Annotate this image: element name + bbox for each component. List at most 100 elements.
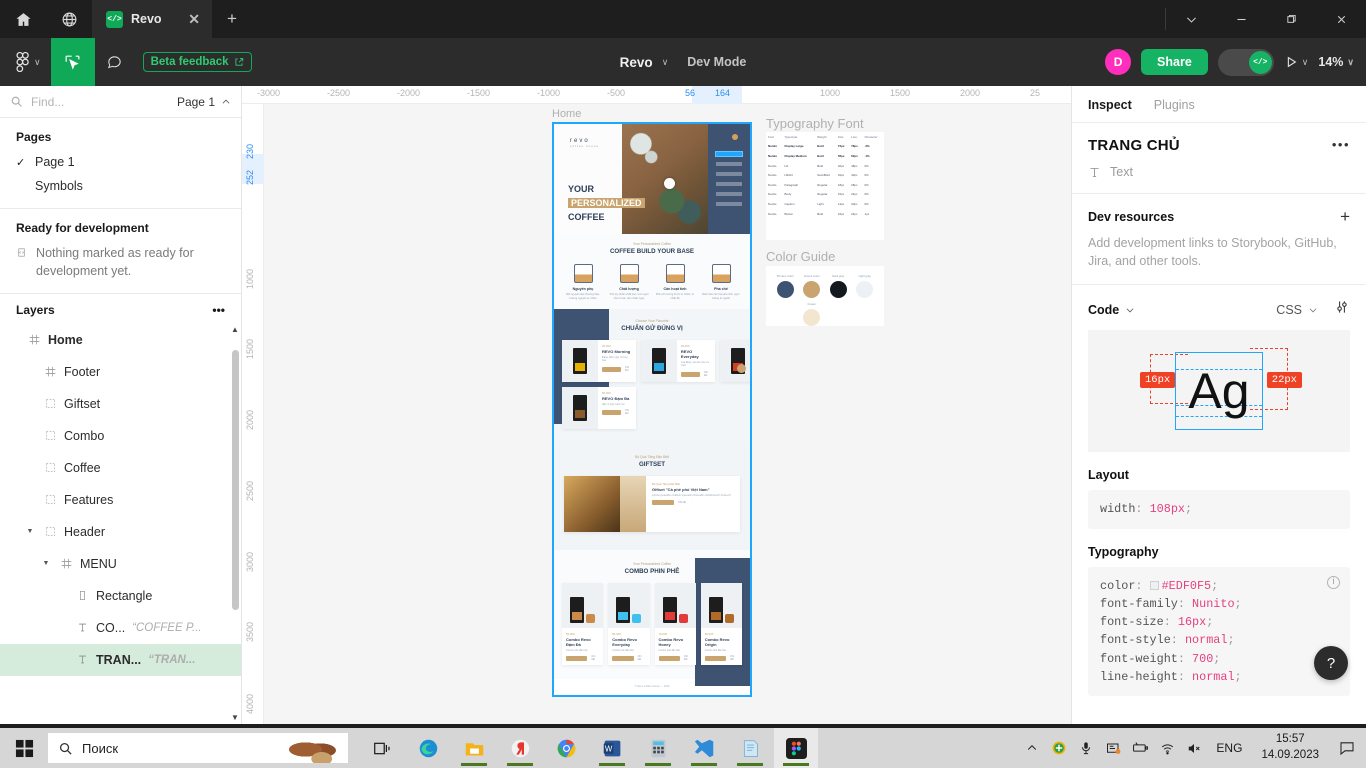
present-chevron-icon[interactable]: ∨	[1302, 57, 1309, 68]
layer-row-giftset[interactable]: Giftset	[0, 388, 241, 420]
share-button[interactable]: Share	[1141, 49, 1208, 75]
product-detail-link[interactable]: Chi tiết	[625, 366, 632, 372]
browser-tab-revo[interactable]: </> Revo ✕	[92, 0, 212, 38]
nav-item-6[interactable]	[716, 202, 742, 206]
yandex-icon[interactable]	[498, 728, 542, 768]
combo-card[interactable]: 99.000 Combo Revo Origin Combo phê đặc biệ…	[700, 582, 742, 666]
layer-row-header[interactable]: ▼ Header	[0, 516, 241, 548]
figma-icon[interactable]	[774, 728, 818, 768]
taskbar-search[interactable]: Поиск	[48, 733, 348, 763]
combo-card[interactable]: 69.000 Combo Revo Đậm Đà Combo phê đặc biệ…	[562, 582, 604, 666]
info-icon[interactable]: i	[1327, 575, 1340, 589]
giftset-buy-button[interactable]	[652, 500, 674, 506]
vertical-ruler[interactable]: 230 252 1000 1500 2000 2500 3000 3500 4000	[242, 104, 264, 724]
layer-row-co[interactable]: CO... “COFFEE P...	[0, 612, 241, 644]
combo-buy-button[interactable]	[704, 655, 727, 661]
taskbar-search-input[interactable]: Поиск	[82, 741, 118, 756]
horizontal-ruler[interactable]: -3000 -2500 -2000 -1500 -1000 -500 56 164 1000 15…	[242, 86, 1071, 104]
home-icon[interactable]	[0, 0, 46, 38]
battery-icon[interactable]	[1131, 739, 1149, 757]
new-tab-button[interactable]: +	[212, 0, 252, 38]
window-chevron-down-icon[interactable]	[1166, 0, 1216, 38]
product-card[interactable]: 45.000 REVO Everyday vừa đặng, vừa tạo nên…	[640, 339, 715, 382]
microphone-icon[interactable]	[1077, 739, 1095, 757]
dev-mode-toggle[interactable]: </>	[1217, 48, 1274, 76]
product-card[interactable]: 39.000 REVO Morning Đặng, đậm ngọt, hương …	[562, 339, 636, 382]
comment-tool-button[interactable]	[95, 38, 135, 86]
help-button[interactable]: ?	[1314, 646, 1348, 680]
tab-plugins[interactable]: Plugins	[1154, 98, 1195, 112]
canvas-area[interactable]: -3000 -2500 -2000 -1500 -1000 -500 56 164 1000 15…	[242, 86, 1071, 724]
product-buy-button[interactable]	[602, 409, 621, 415]
hero-play-button[interactable]	[664, 178, 675, 189]
combo-buy-button[interactable]	[658, 655, 680, 661]
search-input[interactable]: Find...	[31, 95, 169, 109]
chrome-icon[interactable]	[544, 728, 588, 768]
product-detail-link[interactable]: Chi tiết	[625, 409, 632, 415]
word-icon[interactable]: W	[590, 728, 634, 768]
language-indicator[interactable]: ENG	[1212, 741, 1246, 755]
clock[interactable]: 15:57 14.09.2023	[1255, 732, 1325, 763]
windows-start-icon[interactable]	[0, 739, 48, 758]
nav-item-4[interactable]	[716, 182, 742, 186]
nav-item-3[interactable]	[716, 172, 742, 176]
layer-row-rectangle[interactable]: Rectangle	[0, 580, 241, 612]
globe-icon[interactable]	[46, 0, 92, 38]
page-item-page-1[interactable]: ✓ Page 1	[0, 150, 241, 174]
avatar[interactable]: D	[1105, 49, 1132, 75]
add-dev-resource-button[interactable]: +	[1340, 208, 1350, 225]
frame-label-home[interactable]: Home	[552, 108, 581, 120]
code-title-group[interactable]: Code	[1088, 303, 1135, 317]
frame-home[interactable]: revo coffee house YOUR PERSONALIZED COFF…	[552, 122, 752, 697]
combo-buy-button[interactable]	[566, 655, 588, 661]
code-language-selector[interactable]: CSS	[1276, 303, 1318, 317]
close-tab-icon[interactable]: ✕	[178, 11, 200, 28]
page-item-symbols[interactable]: Symbols	[0, 174, 241, 198]
close-button[interactable]	[1316, 0, 1366, 38]
edge-icon[interactable]	[406, 728, 450, 768]
chevron-up-icon[interactable]	[1023, 739, 1041, 757]
update-icon[interactable]	[1050, 739, 1068, 757]
product-buy-button[interactable]	[680, 371, 700, 377]
layers-list[interactable]: Home Footer Giftset Combo Coffee Features ▼ Hea…	[0, 324, 241, 725]
document-name[interactable]: Revo	[620, 55, 653, 70]
products-next-button[interactable]	[737, 363, 746, 373]
product-buy-button[interactable]	[602, 366, 621, 372]
layer-row-combo[interactable]: Combo	[0, 420, 241, 452]
file-explorer-icon[interactable]	[452, 728, 496, 768]
task-view-icon[interactable]	[360, 728, 404, 768]
page-selector[interactable]: Page 1	[177, 95, 231, 109]
present-button[interactable]: ∨	[1284, 55, 1309, 69]
frame-label-color-guide[interactable]: Color Guide	[766, 249, 835, 264]
disclosure-triangle[interactable]: ▼	[24, 528, 36, 535]
combo-detail-link[interactable]: Chi tiết	[638, 655, 646, 661]
disclosure-triangle[interactable]: ▼	[40, 560, 52, 567]
layout-code-block[interactable]: width: 108px;	[1088, 490, 1350, 529]
combo-detail-link[interactable]: Chi tiết	[730, 655, 738, 661]
maximize-button[interactable]	[1266, 0, 1316, 38]
move-tool-button[interactable]	[50, 38, 95, 86]
frame-color-guide[interactable]: Primary Color Accent Color Dark gray Light …	[766, 266, 884, 326]
combo-buy-button[interactable]	[612, 655, 634, 661]
tab-inspect[interactable]: Inspect	[1088, 98, 1132, 112]
combo-card[interactable]: 89.000 Combo Revo Everyday Combo phê đặc b…	[608, 582, 650, 666]
layers-scroll-up[interactable]: ▲	[230, 325, 240, 334]
layer-row-tran[interactable]: TRAN... “TRAN...	[0, 643, 241, 676]
notepad-icon[interactable]	[728, 728, 772, 768]
product-card[interactable]: 39.000REVO OriginNguyên chất 100% từ Ara…	[719, 339, 750, 382]
layers-more-button[interactable]: •••	[212, 303, 225, 317]
vscode-icon[interactable]	[682, 728, 726, 768]
minimize-button[interactable]	[1216, 0, 1266, 38]
selection-more-button[interactable]: •••	[1332, 137, 1350, 152]
notification-icon[interactable]	[1334, 740, 1360, 756]
wifi-icon[interactable]	[1158, 739, 1176, 757]
nav-item-5[interactable]	[716, 192, 742, 196]
figma-menu-button[interactable]: ∨	[0, 38, 51, 86]
display-icon[interactable]	[1104, 739, 1122, 757]
product-detail-link[interactable]: Chi tiết	[704, 371, 711, 377]
code-settings-button[interactable]	[1334, 299, 1350, 320]
canvas-viewport[interactable]: Home revo coffee house YOUR PERSONALIZED…	[264, 104, 1071, 724]
product-card[interactable]: 55.000 REVO Đậm Đà đậm vị hợp mạnh mẽ Chi t…	[562, 386, 636, 429]
typography-code-block[interactable]: i color: #EDF0F5; font-family: Nunito; f…	[1088, 566, 1350, 697]
layer-row-footer[interactable]: Footer	[0, 356, 241, 388]
